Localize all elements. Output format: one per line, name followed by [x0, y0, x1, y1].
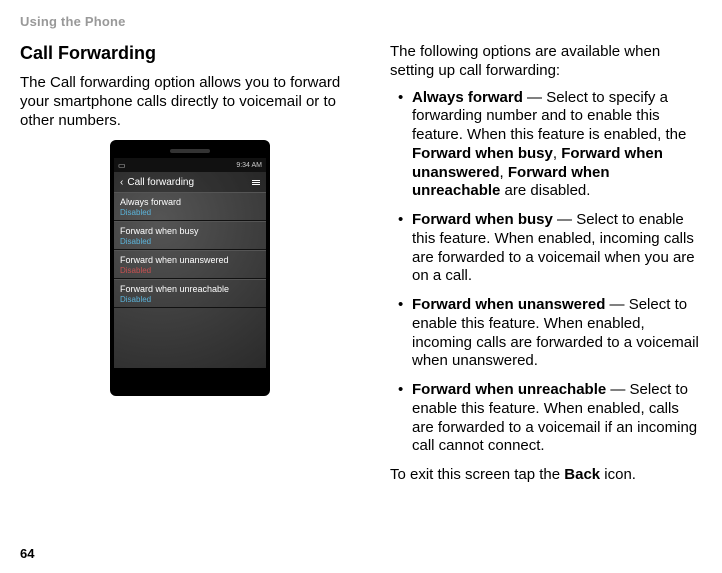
bullet-sep: , — [500, 164, 508, 181]
bullet-forward-unanswered: • Forward when unanswered — Select to en… — [390, 296, 702, 371]
closing-post: icon. — [600, 466, 636, 483]
status-bar: ▭ 9:34 AM — [114, 158, 266, 172]
option-bullets: • Always forward — Select to specify a f… — [390, 89, 702, 457]
row-label: Forward when unanswered — [120, 255, 260, 265]
menu-row-forward-busy: Forward when busy Disabled — [114, 221, 266, 250]
intro-paragraph: The Call forwarding option allows you to… — [20, 74, 360, 130]
row-state: Disabled — [120, 295, 260, 304]
bullet-dot: • — [390, 89, 412, 202]
phone-screen: ▭ 9:34 AM ‹ Call forwarding Always forwa… — [114, 158, 266, 368]
screen-title: Call forwarding — [127, 177, 194, 188]
bullet-lead: Always forward — [412, 89, 523, 106]
row-label: Always forward — [120, 197, 260, 207]
closing-bold: Back — [564, 466, 600, 483]
menu-row-forward-unreachable: Forward when unreachable Disabled — [114, 279, 266, 308]
bullet-sep: , — [553, 145, 561, 162]
back-chevron-icon: ‹ — [120, 177, 123, 188]
bullet-dot: • — [390, 296, 412, 371]
bullet-forward-busy: • Forward when busy — Select to enable t… — [390, 211, 702, 286]
page-number: 64 — [20, 546, 34, 561]
row-label: Forward when unreachable — [120, 284, 260, 294]
bullet-lead: Forward when unreachable — [412, 381, 606, 398]
menu-row-always-forward: Always forward Disabled — [114, 192, 266, 221]
bullet-lead: Forward when unanswered — [412, 296, 605, 313]
menu-icon — [252, 180, 260, 185]
status-time: 9:34 AM — [236, 162, 262, 169]
screen-title-row: ‹ Call forwarding — [114, 172, 266, 192]
bullet-bold: Forward when busy — [412, 145, 553, 162]
right-intro-paragraph: The following options are available when… — [390, 43, 702, 81]
menu-rows: Always forward Disabled Forward when bus… — [114, 192, 266, 308]
closing-pre: To exit this screen tap the — [390, 466, 564, 483]
bullet-lead: Forward when busy — [412, 211, 553, 228]
row-state: Disabled — [120, 266, 260, 275]
section-title: Call Forwarding — [20, 43, 360, 64]
bullet-dot: • — [390, 211, 412, 286]
phone-mockup: ▭ 9:34 AM ‹ Call forwarding Always forwa… — [110, 140, 270, 396]
bullet-forward-unreachable: • Forward when unreachable — Select to e… — [390, 381, 702, 456]
signal-icon: ▭ — [118, 161, 126, 170]
bullet-tail: are disabled. — [500, 182, 590, 199]
row-state: Disabled — [120, 208, 260, 217]
bullet-always-forward: • Always forward — Select to specify a f… — [390, 89, 702, 202]
row-label: Forward when busy — [120, 226, 260, 236]
row-state: Disabled — [120, 237, 260, 246]
bullet-dot: • — [390, 381, 412, 456]
phone-speaker — [114, 144, 266, 158]
menu-row-forward-unanswered: Forward when unanswered Disabled — [114, 250, 266, 279]
closing-paragraph: To exit this screen tap the Back icon. — [390, 466, 702, 485]
page-header-label: Using the Phone — [20, 14, 702, 29]
